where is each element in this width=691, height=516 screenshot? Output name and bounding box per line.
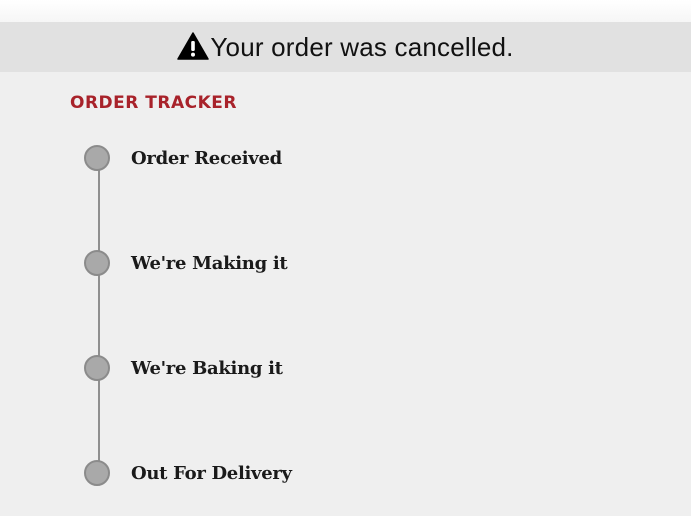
step-status-dot: [84, 145, 110, 171]
step-status-dot: [84, 250, 110, 276]
step-label: We're Making it: [131, 252, 288, 274]
step-making: We're Making it: [84, 247, 288, 279]
timeline-connector: [98, 158, 100, 473]
step-label: Out For Delivery: [131, 462, 292, 484]
step-status-dot: [84, 355, 110, 381]
step-baking: We're Baking it: [84, 352, 283, 384]
step-status-dot: [84, 460, 110, 486]
step-label: We're Baking it: [131, 357, 283, 379]
step-out-for-delivery: Out For Delivery: [84, 457, 292, 489]
step-label: Order Received: [131, 147, 282, 169]
step-order-received: Order Received: [84, 142, 282, 174]
order-timeline: Order Received We're Making it We're Bak…: [0, 0, 691, 516]
